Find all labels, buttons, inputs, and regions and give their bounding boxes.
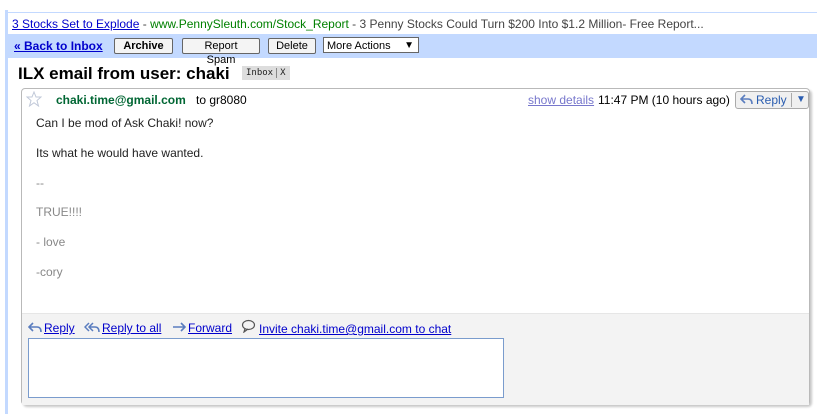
message-toolbar: « Back to Inbox Archive Report Spam Dele… [8, 34, 817, 66]
message-timestamp: 11:47 PM (10 hours ago) [598, 93, 730, 107]
label-name: Inbox [246, 68, 274, 78]
forward-link[interactable]: Forward [188, 321, 232, 335]
body-line-2: Its what he would have wanted. [36, 146, 204, 160]
reply-button-divider [791, 93, 792, 107]
left-frame-border [5, 10, 8, 414]
reply-actions-bar: Reply Reply to all Forward Invite chaki.… [22, 313, 809, 405]
invite-to-chat-link[interactable]: Invite chaki.time@gmail.com to chat [259, 322, 451, 336]
archive-button[interactable]: Archive [114, 38, 173, 54]
remove-label-button[interactable]: X [276, 68, 286, 78]
ad-text: - 3 Penny Stocks Could Turn $200 Into $1… [348, 17, 704, 31]
reply-dropdown-icon[interactable]: ▼ [796, 92, 806, 108]
message-header: chaki.time@gmail.com to gr8080 show deta… [22, 89, 809, 111]
ad-url[interactable]: www.PennySleuth.com/Stock_Report [150, 17, 349, 31]
reply-button[interactable]: Reply ▼ [735, 91, 809, 109]
body-line-1: Can I be mod of Ask Chaki! now? [36, 116, 214, 130]
reply-arrow-icon [740, 94, 753, 105]
forward-icon [173, 322, 186, 332]
signature-line-3: -cory [36, 265, 63, 279]
message-card: chaki.time@gmail.com to gr8080 show deta… [21, 88, 810, 405]
delete-button[interactable]: Delete [268, 38, 316, 54]
report-spam-button[interactable]: Report Spam [182, 38, 260, 66]
sender-email[interactable]: chaki.time@gmail.com [56, 93, 186, 107]
signature-line-2: - love [36, 235, 66, 249]
signature-line-1: TRUE!!!! [36, 205, 83, 219]
star-icon[interactable] [26, 91, 42, 107]
quick-reply-box[interactable] [28, 338, 504, 398]
recipient-line: to gr8080 [196, 93, 247, 107]
reply-link[interactable]: Reply [44, 321, 75, 335]
back-to-inbox-link[interactable]: « Back to Inbox [14, 39, 103, 53]
dropdown-arrow-icon: ▼ [404, 40, 414, 51]
ad-link[interactable]: 3 Stocks Set to Explode [12, 17, 139, 31]
sponsored-link-bar: 3 Stocks Set to Explode - www.PennySleut… [8, 12, 817, 35]
inbox-label-chip: Inbox X [242, 66, 290, 80]
reply-to-all-link[interactable]: Reply to all [102, 321, 161, 335]
show-details-link[interactable]: show details [528, 93, 594, 107]
chat-bubble-icon [241, 319, 256, 333]
more-actions-label: More Actions [327, 40, 391, 52]
reply-icon [28, 322, 42, 333]
reply-button-label: Reply [756, 93, 787, 107]
signature-dash: -- [36, 176, 44, 190]
reply-all-icon [84, 322, 100, 333]
more-actions-select[interactable]: More Actions ▼ [323, 37, 419, 53]
thread-subject: ILX email from user: chaki [18, 64, 230, 83]
ad-separator: - [139, 17, 151, 31]
